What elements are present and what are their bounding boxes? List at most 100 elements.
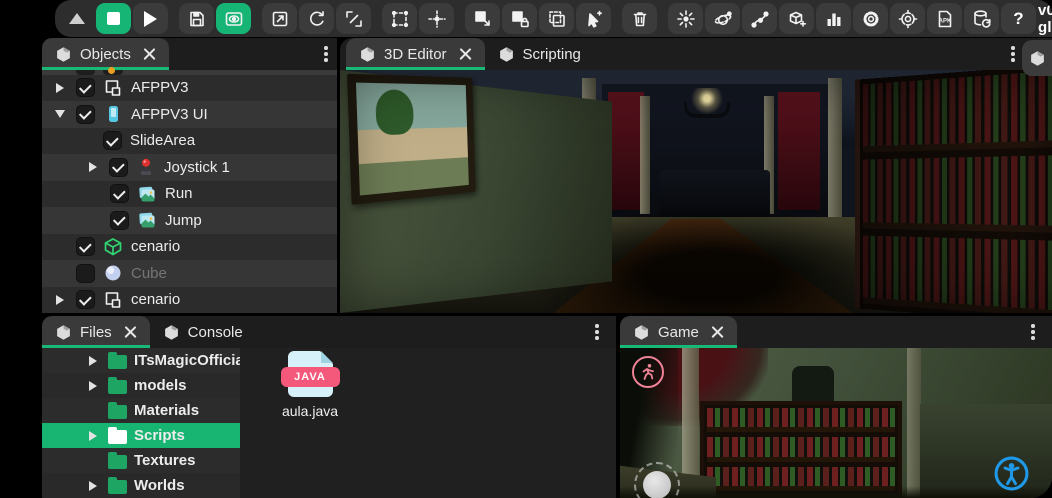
help-button[interactable]: ?	[1001, 3, 1036, 34]
folder-icon	[108, 480, 127, 494]
game-scene-floor-shadow	[620, 486, 1052, 498]
panel-dock-button[interactable]	[1022, 40, 1052, 76]
folder-row-materials[interactable]: Materials	[42, 398, 240, 423]
physics-orbit-button[interactable]	[705, 3, 740, 34]
files-panel-menu-button[interactable]	[586, 321, 608, 343]
close-tab-icon[interactable]	[143, 48, 156, 61]
visibility-checkbox[interactable]	[76, 105, 95, 124]
joystick-icon	[136, 157, 156, 177]
move-tool-button[interactable]	[262, 3, 297, 34]
expand-arrow-icon[interactable]	[85, 381, 101, 391]
visibility-checkbox[interactable]	[110, 184, 129, 203]
tap-place-tool-button[interactable]	[576, 3, 611, 34]
close-tab-icon[interactable]	[459, 48, 472, 61]
visibility-checkbox[interactable]	[76, 264, 95, 283]
object-label: Cube	[131, 265, 167, 282]
collapse-arrow-icon[interactable]	[52, 110, 68, 118]
rotate-tool-button[interactable]	[299, 3, 334, 34]
expand-arrow-icon[interactable]	[85, 356, 101, 366]
visibility-checkbox[interactable]	[76, 78, 95, 97]
rect-select-tool-button[interactable]	[382, 3, 417, 34]
file-item-aula-java[interactable]: JAVA aula.java	[272, 351, 348, 419]
close-tab-icon[interactable]	[124, 326, 137, 339]
particles-button[interactable]	[668, 3, 703, 34]
objects-panel-menu-button[interactable]	[315, 43, 337, 65]
tab-console[interactable]: Console	[150, 316, 256, 348]
tab-label: 3D Editor	[384, 46, 447, 63]
object-row-run[interactable]: Run	[42, 181, 337, 208]
collapse-toolbar-button[interactable]	[59, 3, 94, 34]
canvas-icon	[103, 290, 123, 310]
statistics-button[interactable]	[816, 3, 851, 34]
partial-row	[42, 70, 337, 75]
tab-label: Files	[80, 324, 112, 341]
tab-scripting[interactable]: Scripting	[485, 38, 594, 70]
visibility-checkbox[interactable]	[103, 131, 122, 150]
object-row-afppv3-ui[interactable]: AFPPV3 UI	[42, 101, 337, 128]
box-icon	[498, 46, 515, 63]
runner-icon	[638, 362, 658, 382]
save-button[interactable]	[179, 3, 214, 34]
trash-icon	[630, 9, 650, 29]
object-row-cube[interactable]: Cube	[42, 260, 337, 287]
accessibility-button[interactable]	[993, 455, 1030, 492]
project-target-button[interactable]	[890, 3, 925, 34]
play-button[interactable]	[133, 3, 168, 34]
duplicate-object-button[interactable]	[539, 3, 574, 34]
tab-objects[interactable]: Objects	[42, 38, 169, 70]
game-viewport[interactable]	[620, 348, 1052, 498]
expand-arrow-icon[interactable]	[85, 162, 101, 172]
object-row-cenario-2[interactable]: cenario	[42, 287, 337, 314]
pivot-tool-button[interactable]	[419, 3, 454, 34]
add-object-button[interactable]	[779, 3, 814, 34]
expand-arrow-icon[interactable]	[85, 481, 101, 491]
copy-object-button[interactable]	[465, 3, 500, 34]
settings-button[interactable]	[853, 3, 888, 34]
tab-files[interactable]: Files	[42, 316, 150, 348]
editor-panel-menu-button[interactable]	[1002, 43, 1024, 65]
scene-visibility-button[interactable]	[216, 3, 251, 34]
object-row-afppv3[interactable]: AFPPV3	[42, 75, 337, 102]
folder-row-worlds[interactable]: Worlds	[42, 473, 240, 498]
visibility-checkbox[interactable]	[76, 237, 95, 256]
visibility-checkbox[interactable]	[110, 211, 129, 230]
joystick-knob[interactable]	[643, 471, 671, 498]
visibility-checkbox[interactable]	[76, 290, 95, 309]
game-panel-menu-button[interactable]	[1022, 321, 1044, 343]
stop-button[interactable]	[96, 3, 131, 34]
folder-row-itsmagicofficia[interactable]: ITsMagicOfficia	[42, 348, 240, 373]
close-tab-icon[interactable]	[711, 326, 724, 339]
copy-lock-button[interactable]	[502, 3, 537, 34]
tab-3d-editor[interactable]: 3D Editor	[346, 38, 485, 70]
copy-arrow-icon	[473, 9, 493, 29]
move-tool-icon	[270, 9, 290, 29]
object-label: Run	[165, 185, 193, 202]
reload-database-button[interactable]	[964, 3, 999, 34]
expand-arrow-icon[interactable]	[85, 431, 101, 441]
unsaved-indicator-dot	[108, 67, 115, 74]
folder-icon	[108, 405, 127, 419]
scale-tool-button[interactable]	[336, 3, 371, 34]
3d-editor-viewport[interactable]	[340, 70, 1052, 313]
object-row-jump[interactable]: Jump	[42, 207, 337, 234]
export-apk-button[interactable]: APK	[927, 3, 962, 34]
image-icon	[137, 184, 157, 204]
folder-row-models[interactable]: models	[42, 373, 240, 398]
object-row-joystick-1[interactable]: Joystick 1	[42, 154, 337, 181]
scene-painting	[347, 74, 476, 205]
java-file-icon: JAVA	[288, 351, 333, 397]
run-button[interactable]	[632, 356, 664, 388]
folder-label: Materials	[134, 402, 199, 419]
delete-object-button[interactable]	[622, 3, 657, 34]
node-path-button[interactable]	[742, 3, 777, 34]
objects-tabbar: Objects	[42, 38, 337, 70]
object-row-cenario[interactable]: cenario	[42, 234, 337, 261]
visibility-checkbox[interactable]	[109, 158, 128, 177]
expand-arrow-icon[interactable]	[52, 83, 68, 93]
target-gear-icon	[898, 9, 918, 29]
expand-arrow-icon[interactable]	[52, 295, 68, 305]
object-row-slidearea[interactable]: SlideArea	[42, 128, 337, 155]
folder-row-textures[interactable]: Textures	[42, 448, 240, 473]
folder-row-scripts[interactable]: Scripts	[42, 423, 240, 448]
tab-game[interactable]: Game	[620, 316, 737, 348]
